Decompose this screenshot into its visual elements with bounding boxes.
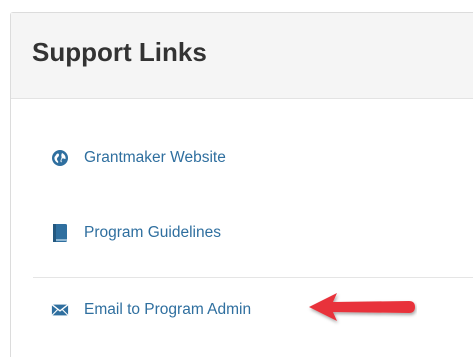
- grantmaker-website-link[interactable]: Grantmaker Website: [51, 146, 226, 170]
- globe-icon: [51, 149, 69, 167]
- link-label: Grantmaker Website: [84, 149, 226, 166]
- panel-title: Support Links: [32, 37, 207, 67]
- panel-header: Support Links: [11, 13, 473, 99]
- red-arrow-pointer-icon: [309, 293, 415, 321]
- divider: [33, 277, 473, 278]
- link-label: Email to Program Admin: [84, 301, 252, 318]
- support-links-panel: Support Links Grantmaker Website Program…: [10, 12, 473, 357]
- program-guidelines-link[interactable]: Program Guidelines: [51, 221, 221, 245]
- email-program-admin-link[interactable]: Email to Program Admin: [51, 298, 251, 322]
- link-label: Program Guidelines: [84, 224, 221, 241]
- book-icon: [51, 224, 69, 242]
- envelope-icon: [51, 301, 69, 319]
